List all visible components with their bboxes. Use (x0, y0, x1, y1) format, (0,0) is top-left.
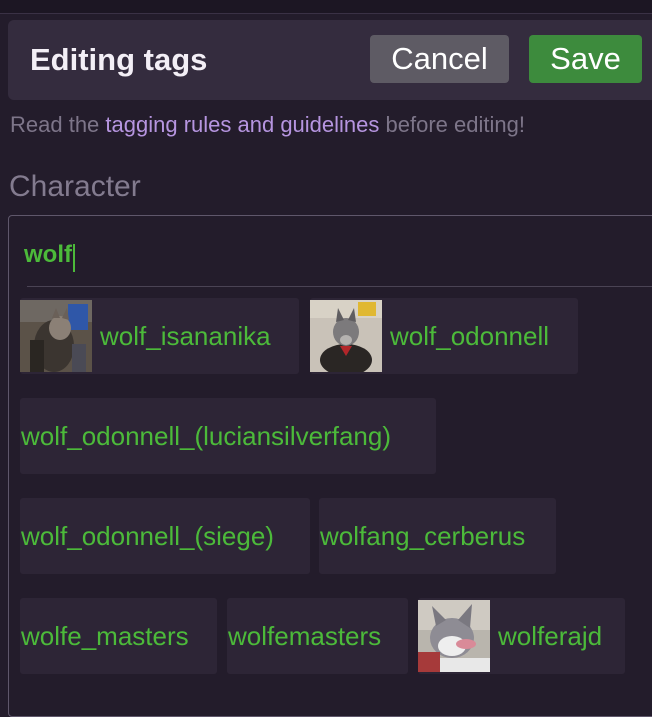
suggestion-label: wolferajd (498, 620, 603, 651)
suggestion-label: wolfe_masters (21, 620, 189, 651)
suggestion-chip[interactable]: wolf_odonnell_(luciansilverfang) (20, 398, 436, 474)
top-divider (0, 13, 652, 14)
guidelines-prefix: Read the (10, 112, 100, 137)
suggestion-chip[interactable]: wolfemasters (227, 598, 408, 674)
suggestion-chip[interactable]: wolf_odonnell (310, 298, 578, 374)
input-underline (27, 286, 652, 287)
suggestion-label: wolf_isananika (100, 320, 271, 351)
suggestion-label: wolfemasters (228, 620, 382, 651)
search-input-value: wolf (24, 241, 72, 268)
guidelines-link[interactable]: tagging rules and guidelines (105, 112, 379, 137)
suggestion-label: wolf_odonnell (390, 320, 550, 351)
suggestion-chip[interactable]: wolfe_masters (20, 598, 217, 674)
suggestion-label: wolf_odonnell_(siege) (21, 520, 274, 551)
top-strip (0, 0, 652, 14)
tag-search-input[interactable]: wolf (24, 236, 652, 274)
editor-header: Editing tags Cancel Save (8, 20, 652, 100)
suggestion-chip[interactable]: wolfang_cerberus (319, 498, 556, 574)
suggestion-thumbnail (20, 300, 92, 372)
guidelines-notice: Read the tagging rules and guidelines be… (10, 112, 525, 138)
suggestion-label: wolf_odonnell_(luciansilverfang) (21, 420, 391, 451)
page-title: Editing tags (30, 42, 208, 77)
tag-editor-box: wolf wolf_isananika wolf_odonnell wolf_o… (8, 215, 652, 717)
cancel-button[interactable]: Cancel (370, 35, 509, 83)
suggestion-chip[interactable]: wolf_odonnell_(siege) (20, 498, 310, 574)
category-label: Character (9, 170, 141, 203)
guidelines-suffix: before editing! (385, 112, 525, 137)
suggestion-chip[interactable]: wolf_isananika (20, 298, 299, 374)
suggestion-chip[interactable]: wolferajd (418, 598, 625, 674)
suggestion-thumbnail (310, 300, 382, 372)
save-button[interactable]: Save (529, 35, 642, 83)
text-caret (73, 243, 75, 272)
suggestion-thumbnail (418, 600, 490, 672)
suggestion-label: wolfang_cerberus (320, 520, 526, 551)
